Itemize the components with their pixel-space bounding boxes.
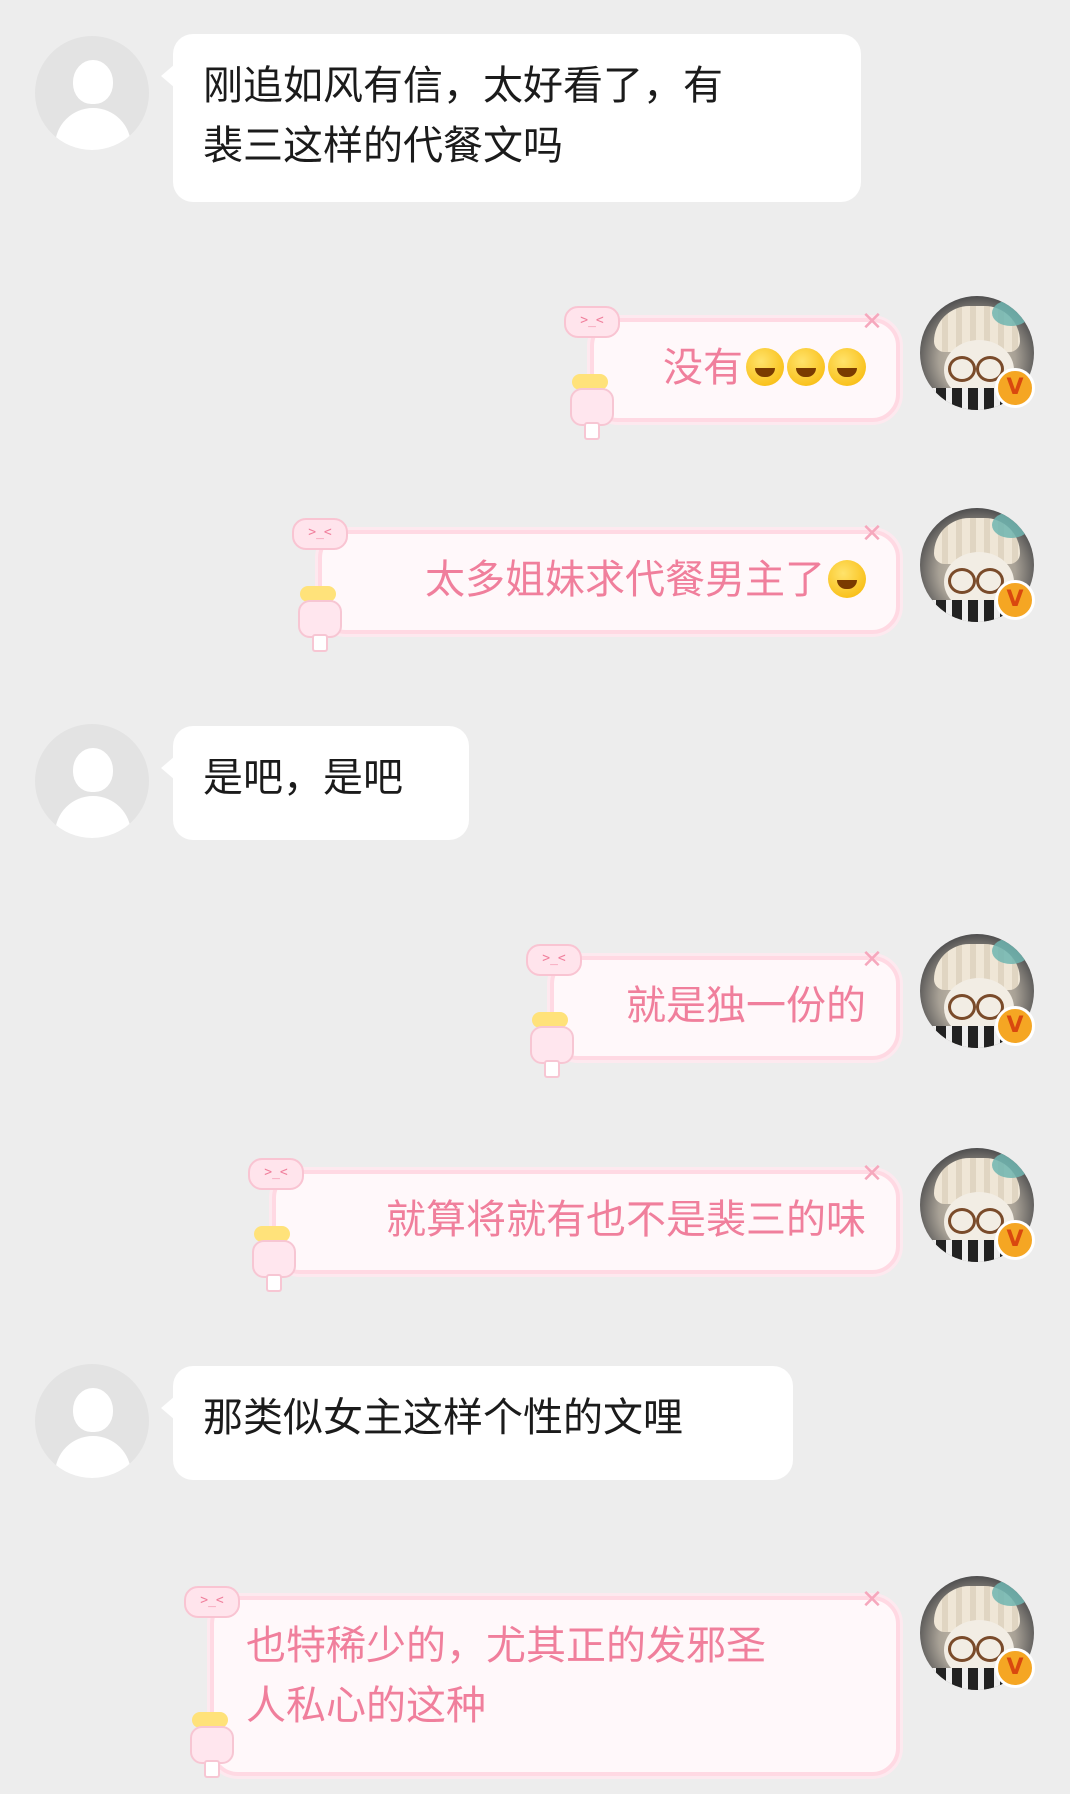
bubble-deco-pig-icon <box>566 374 614 440</box>
verified-badge-icon: V <box>995 1648 1035 1688</box>
bubble-deco-x-icon: ✕ <box>861 945 883 975</box>
message-text: 是吧，是吧 <box>203 755 403 801</box>
message-row-me: 太多姐妹求代餐男主了 >_< ✕ V <box>0 508 1070 658</box>
bubble-deco-tag: >_< <box>184 1586 240 1618</box>
message-row-me: 就是独一份的 >_< ✕ V <box>0 934 1070 1084</box>
message-bubble[interactable]: 那类似女主这样个性的文哩 <box>161 1366 793 1480</box>
message-text: 太多姐妹求代餐男主了 <box>425 557 825 603</box>
message-bubble[interactable]: 刚追如风有信，太好看了，有 裴三这样的代餐文吗 <box>161 34 861 202</box>
crying-laughing-emoji-icon <box>746 348 784 386</box>
message-text: 就是独一份的 <box>626 983 866 1029</box>
message-row-me: 就算将就有也不是裴三的味 >_< ✕ V <box>0 1148 1070 1298</box>
default-user-icon <box>73 1388 113 1432</box>
default-user-icon <box>73 60 113 104</box>
bubble-deco-x-icon: ✕ <box>861 1585 883 1615</box>
bubble-deco-pig-icon <box>186 1712 234 1778</box>
verified-badge-icon: V <box>995 368 1035 408</box>
verified-badge-icon: V <box>995 580 1035 620</box>
bubble-deco-pig-icon <box>294 586 342 652</box>
avatar[interactable] <box>35 724 149 838</box>
chat-thread: 刚追如风有信，太好看了，有 裴三这样的代餐文吗 没有 >_< ✕ V 太多姐妹求… <box>0 0 1070 1794</box>
crying-laughing-emoji-icon <box>787 348 825 386</box>
bubble-deco-pig-icon <box>526 1012 574 1078</box>
verified-badge-icon: V <box>995 1006 1035 1046</box>
message-bubble[interactable]: 是吧，是吧 <box>161 726 469 840</box>
message-row-other: 那类似女主这样个性的文哩 <box>0 1360 1070 1490</box>
message-row-other: 刚追如风有信，太好看了，有 裴三这样的代餐文吗 <box>0 0 1070 210</box>
bubble-deco-tag: >_< <box>564 306 620 338</box>
bubble-deco-x-icon: ✕ <box>861 1159 883 1189</box>
laughing-tears-emoji-icon <box>828 560 866 598</box>
message-text: 没有 <box>663 345 743 391</box>
message-text: 那类似女主这样个性的文哩 <box>203 1395 683 1441</box>
default-user-icon <box>73 748 113 792</box>
message-text: 就算将就有也不是裴三的味 <box>386 1197 866 1243</box>
bubble-deco-tag: >_< <box>526 944 582 976</box>
message-bubble[interactable]: 就是独一份的 <box>550 956 900 1060</box>
avatar[interactable] <box>35 36 149 150</box>
verified-badge-icon: V <box>995 1220 1035 1260</box>
message-row-other: 是吧，是吧 <box>0 720 1070 850</box>
message-bubble[interactable]: 也特稀少的，尤其正的发邪圣 人私心的这种 <box>210 1596 900 1776</box>
bubble-deco-pig-icon <box>248 1226 296 1292</box>
message-row-me: 也特稀少的，尤其正的发邪圣 人私心的这种 >_< ✕ V <box>0 1576 1070 1790</box>
message-text: 人私心的这种 <box>246 1683 486 1729</box>
bubble-deco-tag: >_< <box>248 1158 304 1190</box>
bubble-deco-tag: >_< <box>292 518 348 550</box>
message-text: 也特稀少的，尤其正的发邪圣 <box>246 1623 766 1669</box>
message-bubble[interactable]: 太多姐妹求代餐男主了 <box>318 530 900 634</box>
bubble-deco-x-icon: ✕ <box>861 307 883 337</box>
message-row-me: 没有 >_< ✕ V <box>0 296 1070 446</box>
crying-laughing-emoji-icon <box>828 348 866 386</box>
bubble-deco-x-icon: ✕ <box>861 519 883 549</box>
message-text: 刚追如风有信，太好看了，有 <box>203 63 723 109</box>
avatar[interactable] <box>35 1364 149 1478</box>
message-text: 裴三这样的代餐文吗 <box>203 123 563 169</box>
message-bubble[interactable]: 就算将就有也不是裴三的味 <box>272 1170 900 1274</box>
